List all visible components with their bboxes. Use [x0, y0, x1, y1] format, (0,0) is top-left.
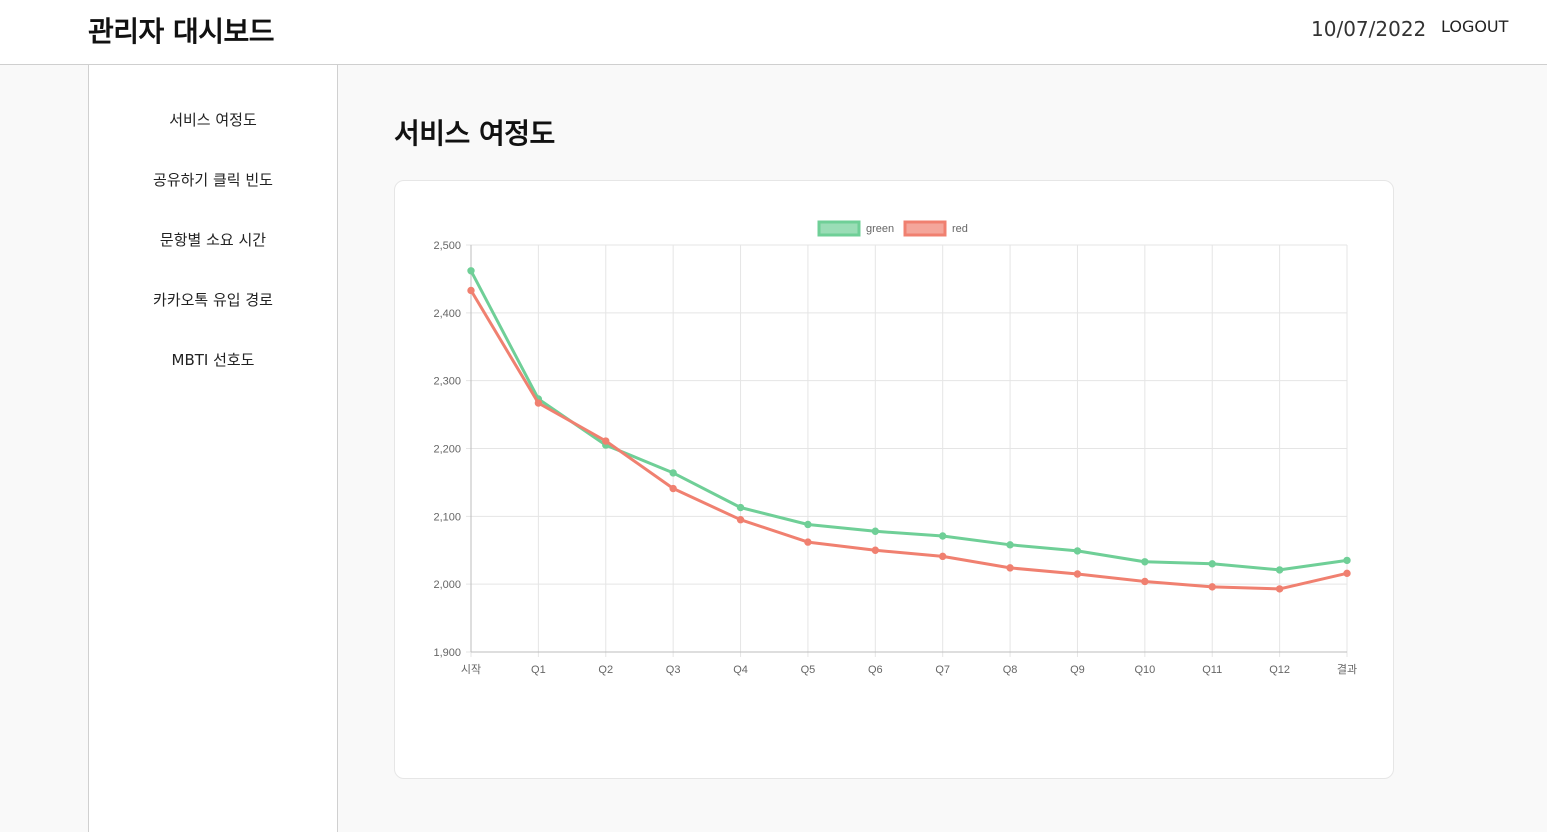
data-point-red — [1006, 564, 1014, 572]
sidebar-item-mbti-preference[interactable]: MBTI 선호도 — [89, 348, 337, 372]
data-point-green — [871, 527, 880, 535]
data-point-green — [1208, 560, 1216, 568]
data-point-red — [669, 484, 677, 493]
data-point-red — [1275, 585, 1284, 593]
top-bar: 관리자 대시보드 10/07/2022 LOGOUT — [0, 0, 1547, 65]
x-tick-label: Q11 — [1202, 664, 1222, 676]
x-tick-label: 시작 — [461, 663, 481, 676]
data-point-red — [1343, 569, 1351, 578]
data-point-green — [1275, 566, 1284, 574]
sidebar-item-service-journey[interactable]: 서비스 여정도 — [89, 108, 337, 132]
y-tick-label: 2,300 — [433, 376, 461, 388]
app-title: 관리자 대시보드 — [88, 15, 275, 48]
chart-card: 1,900 2,000 2,100 2,200 2,300 2,400 2,500 시작 Q1 Q… — [394, 180, 1394, 779]
y-tick-label: 2,200 — [433, 444, 461, 456]
x-tick-label: Q10 — [1134, 664, 1155, 676]
sidebar-item-question-time[interactable]: 문항별 소요 시간 — [89, 228, 337, 252]
x-tick-label: Q1 — [531, 664, 546, 676]
x-tick-label: 결과 — [1337, 663, 1357, 676]
x-tick-label: Q5 — [801, 664, 816, 676]
data-point-red — [804, 538, 812, 546]
data-point-green — [1343, 556, 1351, 565]
logout-button[interactable]: LOGOUT — [1441, 17, 1508, 36]
data-point-green — [669, 469, 677, 477]
y-tick-label: 2,500 — [433, 240, 461, 252]
legend-swatch-green — [817, 220, 861, 237]
data-point-red — [1208, 583, 1216, 591]
y-tick-label: 2,100 — [433, 511, 461, 523]
data-point-red — [1073, 570, 1082, 578]
data-point-red — [736, 516, 745, 524]
y-tick-label: 2,000 — [433, 579, 461, 591]
legend-label-green: green — [866, 223, 894, 235]
data-point-green — [1073, 547, 1082, 555]
sidebar: 서비스 여정도 공유하기 클릭 빈도 문항별 소요 시간 카카오톡 유입 경로 … — [88, 65, 338, 832]
sidebar-item-share-click-frequency[interactable]: 공유하기 클릭 빈도 — [89, 168, 337, 192]
x-tick-label: Q2 — [598, 664, 613, 676]
y-tick-label: 2,400 — [433, 308, 461, 320]
x-tick-label: Q6 — [868, 664, 883, 676]
legend-swatch-red — [903, 220, 947, 237]
data-point-red — [534, 399, 543, 407]
data-point-green — [1141, 558, 1149, 566]
page-title: 서비스 여정도 — [394, 117, 555, 150]
sidebar-item-kakao-inflow[interactable]: 카카오톡 유입 경로 — [89, 288, 337, 312]
legend-label-red: red — [952, 223, 968, 235]
x-tick-label: Q7 — [935, 664, 950, 676]
data-point-red — [602, 437, 610, 445]
data-point-green — [938, 532, 947, 540]
x-tick-label: Q3 — [666, 664, 681, 676]
data-point-green — [1006, 541, 1014, 549]
data-point-red — [1141, 577, 1149, 586]
data-point-green — [804, 520, 812, 529]
current-date: 10/07/2022 — [1311, 17, 1427, 41]
series-line-green — [469, 270, 1348, 572]
x-tick-label: Q12 — [1269, 664, 1290, 676]
x-tick-label: Q4 — [733, 664, 748, 676]
x-tick-label: Q9 — [1070, 664, 1085, 676]
data-point-green — [736, 503, 745, 512]
x-tick-label: Q8 — [1003, 664, 1018, 676]
data-point-red — [467, 286, 475, 295]
y-tick-label: 1,900 — [433, 647, 461, 659]
data-point-green — [467, 267, 475, 275]
line-chart: 1,900 2,000 2,100 2,200 2,300 2,400 2,500 시작 Q1 Q… — [433, 220, 1357, 676]
data-point-red — [871, 546, 880, 554]
data-point-red — [938, 552, 947, 561]
